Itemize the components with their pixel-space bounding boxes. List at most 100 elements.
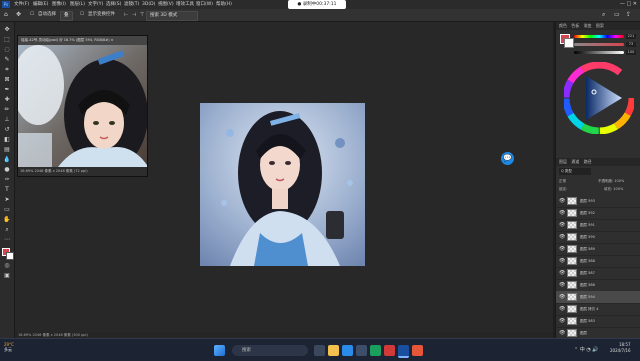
brightness-slider[interactable]	[574, 51, 624, 54]
opacity-field[interactable]: 不透明度: 100%	[598, 178, 624, 184]
blur-tool-icon[interactable]: 💧	[3, 156, 11, 164]
hand-tool-icon[interactable]: ✋	[3, 216, 11, 224]
more-tools-icon[interactable]: ⋯	[3, 236, 11, 244]
menu-type[interactable]: 文字(Y)	[88, 0, 103, 9]
move-tool-icon[interactable]: ✥	[16, 9, 21, 21]
fill-field[interactable]: 填充: 100%	[604, 186, 623, 192]
eye-icon[interactable]: 👁	[559, 291, 565, 303]
menu-plugins[interactable]: 增效工具	[176, 0, 194, 9]
screen-mode-icon[interactable]: ▣	[3, 272, 11, 280]
zoom-tool-icon[interactable]: ⌕	[3, 226, 11, 234]
eye-icon[interactable]: 👁	[559, 231, 565, 243]
dodge-tool-icon[interactable]: ●	[3, 166, 11, 174]
saturation-slider[interactable]	[574, 43, 624, 46]
tab-layers[interactable]: 图层	[559, 159, 567, 164]
eye-icon[interactable]: 👁	[559, 267, 565, 279]
menu-edit[interactable]: 编辑(E)	[33, 0, 48, 9]
menu-image[interactable]: 图像(I)	[52, 0, 66, 9]
background-color-swatch[interactable]	[6, 252, 14, 260]
menu-filter[interactable]: 滤镜(T)	[124, 0, 139, 9]
auto-select-checkbox[interactable]: ☐	[30, 9, 34, 21]
photoshop-taskbar-icon[interactable]	[398, 345, 409, 358]
recorder-icon[interactable]	[412, 345, 423, 356]
transform-checkbox[interactable]: ☐	[80, 9, 84, 21]
quick-mask-icon[interactable]: ◎	[3, 262, 11, 270]
layer-thumbnail	[567, 293, 577, 301]
workspace-icon[interactable]: ▭	[614, 9, 620, 21]
type-tool-icon[interactable]: T	[3, 186, 11, 194]
eye-icon[interactable]: 👁	[559, 219, 565, 231]
wechat-icon[interactable]	[370, 345, 381, 356]
color-wheel[interactable]	[564, 62, 634, 134]
clone-stamp-icon[interactable]: ⊥	[3, 116, 11, 124]
eye-icon[interactable]: 👁	[559, 243, 565, 255]
eraser-tool-icon[interactable]: ◧	[3, 136, 11, 144]
crop-tool-icon[interactable]: ⌗	[3, 66, 11, 74]
frame-tool-icon[interactable]: ⊠	[3, 76, 11, 84]
menu-window[interactable]: 窗口(W)	[196, 0, 213, 9]
layer-thumbnail	[567, 329, 577, 337]
menu-layer[interactable]: 图层(L)	[70, 0, 85, 9]
eye-icon[interactable]: 👁	[559, 279, 565, 291]
lasso-tool-icon[interactable]: ◌	[3, 46, 11, 54]
system-clock[interactable]: 18:57 2024/7/16	[610, 342, 631, 354]
menu-file[interactable]: 文件(F)	[14, 0, 29, 9]
path-select-icon[interactable]: ➤	[3, 196, 11, 204]
chat-bubble-icon[interactable]: 💬	[501, 152, 514, 165]
tab-channels[interactable]: 通道	[571, 159, 579, 164]
bg-color-chip[interactable]	[564, 38, 574, 48]
move-tool-icon[interactable]: ✥	[3, 26, 11, 34]
windows-start-icon[interactable]	[214, 345, 225, 356]
menu-help[interactable]: 帮助(H)	[216, 0, 232, 9]
eye-icon[interactable]: 👁	[559, 207, 565, 219]
home-icon[interactable]: ⌂	[4, 9, 8, 21]
brightness-value[interactable]: 100	[626, 50, 636, 55]
edge-browser-icon[interactable]	[342, 345, 353, 356]
store-icon[interactable]	[356, 345, 367, 356]
tab-swatches[interactable]: 色板	[571, 23, 579, 28]
blend-mode-select[interactable]: 正常	[559, 178, 585, 184]
layer-filter-select[interactable]: Q 类型	[559, 168, 591, 175]
weather-widget[interactable]: 29°C 多云	[4, 342, 14, 353]
healing-brush-icon[interactable]: ✚	[3, 96, 11, 104]
layer-name: 图层 587	[580, 271, 595, 275]
marquee-tool-icon[interactable]: ⬚	[3, 36, 11, 44]
floating-document-window[interactable]: 瑶瑶-42号-灵动绘(psd) @ 16.7% (图层 594, RGB/8#)…	[17, 35, 148, 177]
tab-paths[interactable]: 路径	[584, 159, 592, 164]
saturation-value[interactable]: 73	[626, 42, 636, 47]
brush-tool-icon[interactable]: ✏	[3, 106, 11, 114]
tab-gradients[interactable]: 渐变	[584, 23, 592, 28]
tab-patterns[interactable]: 图案	[596, 23, 604, 28]
eyedropper-icon[interactable]: ✒	[3, 86, 11, 94]
lock-label: 锁定:	[559, 187, 568, 191]
layer-thumbnail	[567, 197, 577, 205]
pen-tool-icon[interactable]: ✑	[3, 176, 11, 184]
hue-value[interactable]: 221	[626, 34, 636, 39]
mode-3d-box[interactable]: 搜索 3D 模式	[146, 11, 198, 21]
window-controls[interactable]: — □ ✕	[620, 0, 637, 9]
app-icon[interactable]	[384, 345, 395, 356]
shape-tool-icon[interactable]: ▭	[3, 206, 11, 214]
file-explorer-icon[interactable]	[328, 345, 339, 356]
recording-indicator[interactable]: ● 录制中00:37:11	[288, 0, 346, 9]
document-tab-title[interactable]: 瑶瑶-42号-灵动绘(psd) @ 16.7% (图层 594, RGB/8#)…	[18, 36, 147, 45]
history-brush-icon[interactable]: ↺	[3, 126, 11, 134]
layer-mode-select[interactable]: 叠	[60, 11, 73, 21]
search-icon[interactable]: ⌕	[602, 9, 605, 21]
quick-select-icon[interactable]: ✎	[3, 56, 11, 64]
taskbar-search[interactable]: 搜索	[232, 345, 308, 356]
tab-color[interactable]: 颜色	[559, 23, 567, 28]
eye-icon[interactable]: 👁	[559, 303, 565, 315]
menu-select[interactable]: 选择(S)	[106, 0, 121, 9]
hue-slider[interactable]	[574, 35, 624, 38]
menu-view[interactable]: 视图(V)	[158, 0, 174, 9]
gradient-tool-icon[interactable]: ▤	[3, 146, 11, 154]
task-view-icon[interactable]	[314, 345, 325, 356]
main-canvas-artwork[interactable]	[200, 103, 365, 266]
eye-icon[interactable]: 👁	[559, 195, 565, 207]
eye-icon[interactable]: 👁	[559, 315, 565, 327]
tray-icons[interactable]: ⌃ 中 ◔ 🔊	[574, 346, 599, 353]
eye-icon[interactable]: 👁	[559, 255, 565, 267]
share-icon[interactable]: ⇪	[626, 9, 631, 21]
menu-3d[interactable]: 3D(D)	[142, 0, 155, 9]
